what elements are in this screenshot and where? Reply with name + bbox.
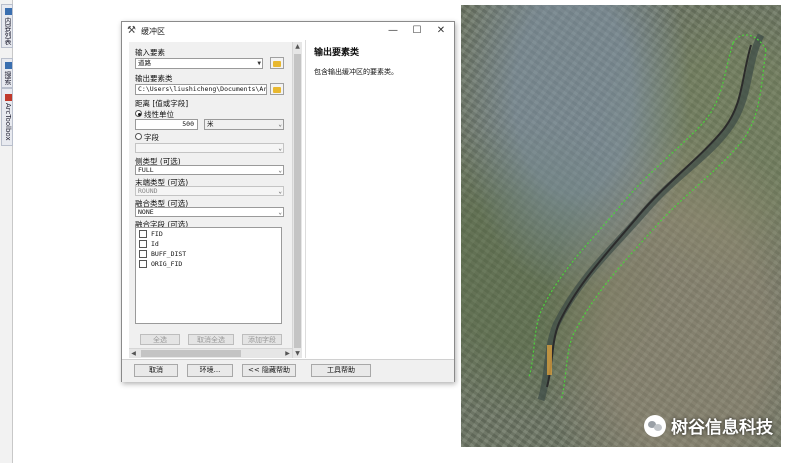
distance-label: 距离 [值或字段] <box>135 99 189 108</box>
tab-table-of-contents[interactable]: 内容列表 <box>1 4 13 48</box>
scroll-down-icon[interactable]: ▼ <box>293 349 302 358</box>
minimize-button[interactable]: — <box>383 24 403 38</box>
list-item[interactable]: BUFF_DIST <box>139 250 186 258</box>
buffer-outline-west <box>528 42 734 378</box>
scroll-thumb[interactable] <box>294 54 301 348</box>
end-type-value: ROUND <box>138 187 158 195</box>
tab-arctoolbox[interactable]: ArcToolbox <box>1 88 13 146</box>
list-item[interactable]: FID <box>139 230 163 238</box>
dissolve-field-list: FID Id BUFF_DIST ORIG_FID <box>135 227 282 324</box>
watermark: 树谷信息科技 <box>644 413 773 438</box>
horizontal-scrollbar[interactable]: ◀ ▶ <box>129 348 292 358</box>
scroll-up-icon[interactable]: ▲ <box>293 42 302 51</box>
output-feature-class-label: 输出要素类 <box>135 74 173 83</box>
scroll-thumb[interactable] <box>141 350 241 357</box>
chevron-down-icon: ⌄ <box>278 145 282 152</box>
dialog-title: 缓冲区 <box>141 27 165 36</box>
checkbox[interactable] <box>139 230 147 238</box>
help-text: 包含输出缓冲区的要素类。 <box>314 68 398 76</box>
watermark-text: 树谷信息科技 <box>671 418 773 438</box>
side-type-value: FULL <box>138 166 154 174</box>
chevron-down-icon: ⌄ <box>278 188 282 195</box>
river <box>537 33 765 402</box>
buffer-outline-east <box>560 49 767 401</box>
scroll-left-icon[interactable]: ◀ <box>129 349 138 358</box>
tool-help-button[interactable]: 工具帮助 <box>311 364 371 377</box>
help-pane: 输出要素类 包含输出缓冲区的要素类。 <box>305 40 449 358</box>
map-view[interactable]: 树谷信息科技 <box>461 5 781 447</box>
browse-input-button[interactable] <box>270 57 284 69</box>
chevron-down-icon: ▼ <box>257 60 261 67</box>
road-highlight <box>547 345 552 375</box>
input-features-value: 道路 <box>138 59 151 67</box>
buffer-dialog: ⚒ 缓冲区 — ☐ ✕ 输入要素 道路 ▼ 输出要素类 C:\Users\liu… <box>121 21 455 382</box>
environments-button[interactable]: 环境... <box>187 364 233 377</box>
close-button[interactable]: ✕ <box>431 24 451 38</box>
scroll-right-icon[interactable]: ▶ <box>283 349 292 358</box>
checkbox[interactable] <box>139 260 147 268</box>
checkbox[interactable] <box>139 250 147 258</box>
chevron-down-icon: ⌄ <box>278 121 282 128</box>
output-feature-class-value: C:\Users\liushicheng\Documents\ArcGI <box>138 85 267 93</box>
output-feature-class-input[interactable]: C:\Users\liushicheng\Documents\ArcGI <box>135 84 267 95</box>
road-line <box>546 44 752 388</box>
end-type-dropdown[interactable]: ROUND ⌄ <box>135 186 284 196</box>
wechat-logo-icon <box>644 414 666 437</box>
hammer-tool-icon: ⚒ <box>127 25 136 36</box>
browse-output-button[interactable] <box>270 83 284 95</box>
input-features-label: 输入要素 <box>135 48 165 57</box>
unit-dropdown[interactable]: 米 ⌄ <box>204 119 284 130</box>
field-name: ORIG_FID <box>151 260 183 268</box>
dialog-titlebar[interactable]: ⚒ 缓冲区 — ☐ ✕ <box>122 22 454 40</box>
left-dock-bar: 内容列表 搜索 ArcToolbox <box>0 0 13 463</box>
select-all-button[interactable]: 全选 <box>140 334 180 345</box>
tab-search[interactable]: 搜索 <box>1 58 13 88</box>
list-item[interactable]: Id <box>139 240 159 248</box>
input-features-dropdown[interactable]: 道路 ▼ <box>135 58 263 69</box>
maximize-button[interactable]: ☐ <box>407 24 427 38</box>
checkbox[interactable] <box>139 240 147 248</box>
field-name: Id <box>151 240 159 248</box>
dialog-button-bar: 取消 环境... << 隐藏帮助 工具帮助 <box>122 359 454 382</box>
list-item[interactable]: ORIG_FID <box>139 260 182 268</box>
field-radio[interactable] <box>135 133 142 140</box>
cancel-button[interactable]: 取消 <box>134 364 178 377</box>
field-dropdown[interactable]: ⌄ <box>135 143 284 153</box>
dissolve-type-value: NONE <box>138 208 154 216</box>
map-overlay <box>528 33 767 402</box>
help-title: 输出要素类 <box>314 48 360 58</box>
hide-help-button[interactable]: << 隐藏帮助 <box>242 364 296 377</box>
vertical-scrollbar[interactable]: ▲ ▼ <box>292 42 302 358</box>
dissolve-type-dropdown[interactable]: NONE ⌄ <box>135 207 284 217</box>
field-name: BUFF_DIST <box>151 250 187 258</box>
chevron-down-icon: ⌄ <box>278 167 282 174</box>
add-field-button[interactable]: 添加字段 <box>242 334 282 345</box>
folder-icon <box>273 87 281 93</box>
distance-value: 500 <box>182 120 194 128</box>
unit-value: 米 <box>207 120 214 128</box>
field-name: FID <box>151 230 163 238</box>
chevron-down-icon: ⌄ <box>278 209 282 216</box>
search-icon <box>4 61 12 69</box>
table-of-contents-icon <box>4 7 12 15</box>
field-label: 字段 <box>144 133 159 142</box>
toolbox-icon <box>4 93 12 101</box>
linear-unit-radio[interactable] <box>135 110 142 117</box>
unselect-all-button[interactable]: 取消全选 <box>188 334 234 345</box>
distance-value-input[interactable]: 500 <box>135 119 198 130</box>
folder-icon <box>273 61 281 67</box>
side-type-dropdown[interactable]: FULL ⌄ <box>135 165 284 175</box>
